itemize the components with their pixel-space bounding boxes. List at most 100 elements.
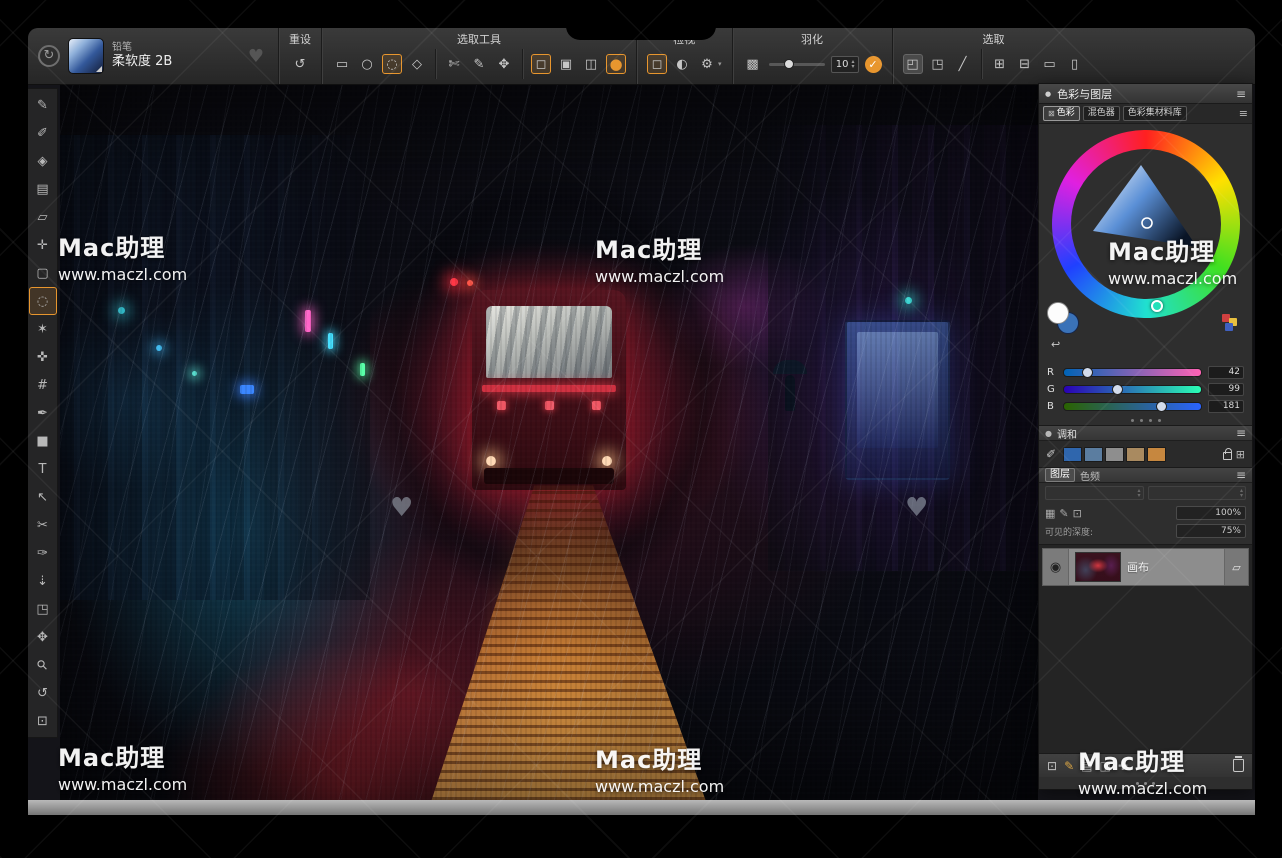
panel-drag-handle[interactable] bbox=[1039, 777, 1252, 789]
canvas[interactable]: ♥ ♥ bbox=[60, 85, 1038, 800]
hue-ring[interactable] bbox=[1052, 130, 1240, 318]
layer-stack-icon[interactable]: ⊡ bbox=[1073, 507, 1082, 520]
shrink-selection-icon[interactable]: ⊟ bbox=[1015, 54, 1035, 74]
preserve-transparency-icon[interactable]: ▦ bbox=[1045, 507, 1055, 520]
pickup-underlying-icon[interactable]: ✎ bbox=[1059, 507, 1068, 520]
navigator-tool[interactable]: ⊡ bbox=[29, 707, 57, 735]
scissors-tool[interactable]: ✂ bbox=[29, 511, 57, 539]
spinner-arrows-icon[interactable]: ▴▾ bbox=[852, 59, 855, 69]
settings-gear-button[interactable]: ⚙ ▾ bbox=[697, 54, 722, 74]
dropper-sample-tool[interactable]: ✑ bbox=[29, 539, 57, 567]
green-value-field[interactable]: 99 bbox=[1208, 383, 1244, 396]
grow-selection-icon[interactable]: ⊞ bbox=[990, 54, 1010, 74]
view-mode-icon[interactable]: ◻ bbox=[647, 54, 667, 74]
rotate-page-tool[interactable]: ↺ bbox=[29, 679, 57, 707]
g-slider-thumb[interactable] bbox=[1112, 384, 1123, 395]
harmony-swatch[interactable] bbox=[1105, 447, 1124, 462]
marquee-mode-icon[interactable]: ◻ bbox=[531, 54, 551, 74]
green-slider[interactable] bbox=[1063, 385, 1202, 394]
paper-tool[interactable]: ▤ bbox=[29, 175, 57, 203]
border-selection-icon[interactable]: ▭ bbox=[1040, 54, 1060, 74]
feather-value-spinner[interactable]: 10 ▴▾ bbox=[831, 56, 859, 73]
tab-channels[interactable]: 色频 bbox=[1080, 468, 1100, 483]
lasso-icon[interactable]: ◌ bbox=[382, 54, 402, 74]
brush-selector-icon[interactable]: ↻ bbox=[38, 45, 60, 67]
visibility-eye-icon[interactable]: ◉ bbox=[1043, 549, 1069, 585]
feather-value[interactable]: 10 bbox=[835, 59, 849, 70]
text-tool[interactable]: T bbox=[29, 455, 57, 483]
add-selection-icon[interactable]: ▣ bbox=[556, 54, 576, 74]
magic-wand-tool[interactable]: ✶ bbox=[29, 315, 57, 343]
harmony-swatch[interactable] bbox=[1126, 447, 1145, 462]
tab-layers[interactable]: 图层 bbox=[1045, 468, 1075, 482]
panel-header[interactable]: ● 色彩与图层 ≡ bbox=[1039, 84, 1252, 104]
pen-tool[interactable]: ✒ bbox=[29, 399, 57, 427]
selection-bounds-icon[interactable]: ◳ bbox=[928, 54, 948, 74]
preview-sphere-icon[interactable]: ◐ bbox=[672, 54, 692, 74]
new-watercolor-layer-icon[interactable]: ▤ bbox=[1081, 759, 1092, 773]
transform-handles-icon[interactable]: ◰ bbox=[903, 54, 923, 74]
layer-adjuster-tool[interactable]: ✛ bbox=[29, 231, 57, 259]
crop-tool[interactable]: # bbox=[29, 371, 57, 399]
layer-options-icon[interactable]: ▱ bbox=[1224, 549, 1248, 585]
red-value-field[interactable]: 42 bbox=[1208, 366, 1244, 379]
panel-collapse-icon[interactable]: ≡ bbox=[1236, 87, 1246, 101]
blue-slider[interactable] bbox=[1063, 402, 1202, 411]
favorite-heart-icon[interactable]: ♥ bbox=[248, 46, 264, 67]
harmony-header[interactable]: ● 调和 ≡ bbox=[1039, 425, 1252, 441]
subtract-selection-icon[interactable]: ◫ bbox=[581, 54, 601, 74]
composite-method-select[interactable]: ▴▾ bbox=[1045, 486, 1144, 500]
layers-header[interactable]: 图层 色频 ≡ bbox=[1039, 467, 1252, 483]
brush-preview[interactable] bbox=[68, 38, 104, 74]
b-slider-thumb[interactable] bbox=[1156, 401, 1167, 412]
magnifier-tool[interactable]: ⚲ bbox=[29, 651, 57, 679]
add-layer-mask-icon[interactable]: ✚ bbox=[1118, 759, 1128, 773]
tabs-menu-icon[interactable]: ≡ bbox=[1239, 107, 1248, 120]
grid-icon[interactable]: ⊞ bbox=[1236, 448, 1245, 461]
transform-selection-icon[interactable]: ✥ bbox=[494, 54, 514, 74]
tab-color-sets[interactable]: 色彩集材料库 bbox=[1123, 106, 1187, 121]
eyedropper-tool[interactable]: ✐ bbox=[29, 119, 57, 147]
harmony-swatch[interactable] bbox=[1147, 447, 1166, 462]
harmony-dropper-icon[interactable]: ✐ bbox=[1046, 447, 1056, 461]
selection-brush-icon[interactable]: ✎ bbox=[469, 54, 489, 74]
oval-select-icon[interactable]: ○ bbox=[357, 54, 377, 74]
group-layers-icon[interactable]: ◫ bbox=[1099, 759, 1110, 773]
knife-icon[interactable]: ✄ bbox=[444, 54, 464, 74]
polygon-lasso-icon[interactable]: ◇ bbox=[407, 54, 427, 74]
reset-selection-icon[interactable]: ↺ bbox=[290, 54, 310, 74]
rect-select-icon[interactable]: ▭ bbox=[332, 54, 352, 74]
brush-tool[interactable]: ✎ bbox=[29, 91, 57, 119]
hue-marker[interactable] bbox=[1151, 300, 1163, 312]
swap-colors-icon[interactable]: ↩ bbox=[1051, 338, 1060, 351]
draw-line-icon[interactable]: ╱ bbox=[953, 54, 973, 74]
tab-color[interactable]: ⊠ 色彩 bbox=[1043, 106, 1080, 121]
feather-slider-thumb[interactable] bbox=[784, 59, 794, 69]
main-additional-colors[interactable] bbox=[1047, 302, 1081, 336]
saturation-value-triangle[interactable] bbox=[1081, 159, 1211, 289]
apply-check-button[interactable]: ✓ bbox=[865, 56, 882, 73]
opacity-field[interactable]: 100% bbox=[1176, 506, 1246, 520]
harmony-menu-icon[interactable]: ≡ bbox=[1236, 426, 1246, 440]
composite-depth-select[interactable]: ▴▾ bbox=[1148, 486, 1247, 500]
perspective-grid-tool[interactable]: ◳ bbox=[29, 595, 57, 623]
delete-layer-icon[interactable] bbox=[1233, 759, 1244, 772]
r-slider-thumb[interactable] bbox=[1082, 367, 1093, 378]
layers-menu-icon[interactable]: ≡ bbox=[1236, 468, 1246, 482]
lasso-tool[interactable]: ◌ bbox=[29, 287, 57, 315]
active-color-icon[interactable]: ● bbox=[606, 54, 626, 74]
color-palette-icon[interactable] bbox=[1222, 314, 1242, 332]
eraser-tool[interactable]: ▱ bbox=[29, 203, 57, 231]
smooth-selection-icon[interactable]: ▯ bbox=[1065, 54, 1085, 74]
guide-tool[interactable]: ⇣ bbox=[29, 567, 57, 595]
dynamic-plugins-icon[interactable]: ✎ bbox=[1064, 759, 1074, 773]
blue-value-field[interactable]: 181 bbox=[1208, 400, 1244, 413]
transform-tool[interactable]: ✜ bbox=[29, 343, 57, 371]
lock-icon[interactable] bbox=[1223, 452, 1232, 460]
harmony-swatch[interactable] bbox=[1084, 447, 1103, 462]
layer-row[interactable]: ◉ 画布 ▱ bbox=[1042, 548, 1249, 586]
shape-select-tool[interactable]: ↖ bbox=[29, 483, 57, 511]
rect-select-tool[interactable]: ▢ bbox=[29, 259, 57, 287]
visible-depth-field[interactable]: 75% bbox=[1176, 524, 1246, 538]
tab-mixer[interactable]: 混色器 bbox=[1083, 106, 1120, 121]
